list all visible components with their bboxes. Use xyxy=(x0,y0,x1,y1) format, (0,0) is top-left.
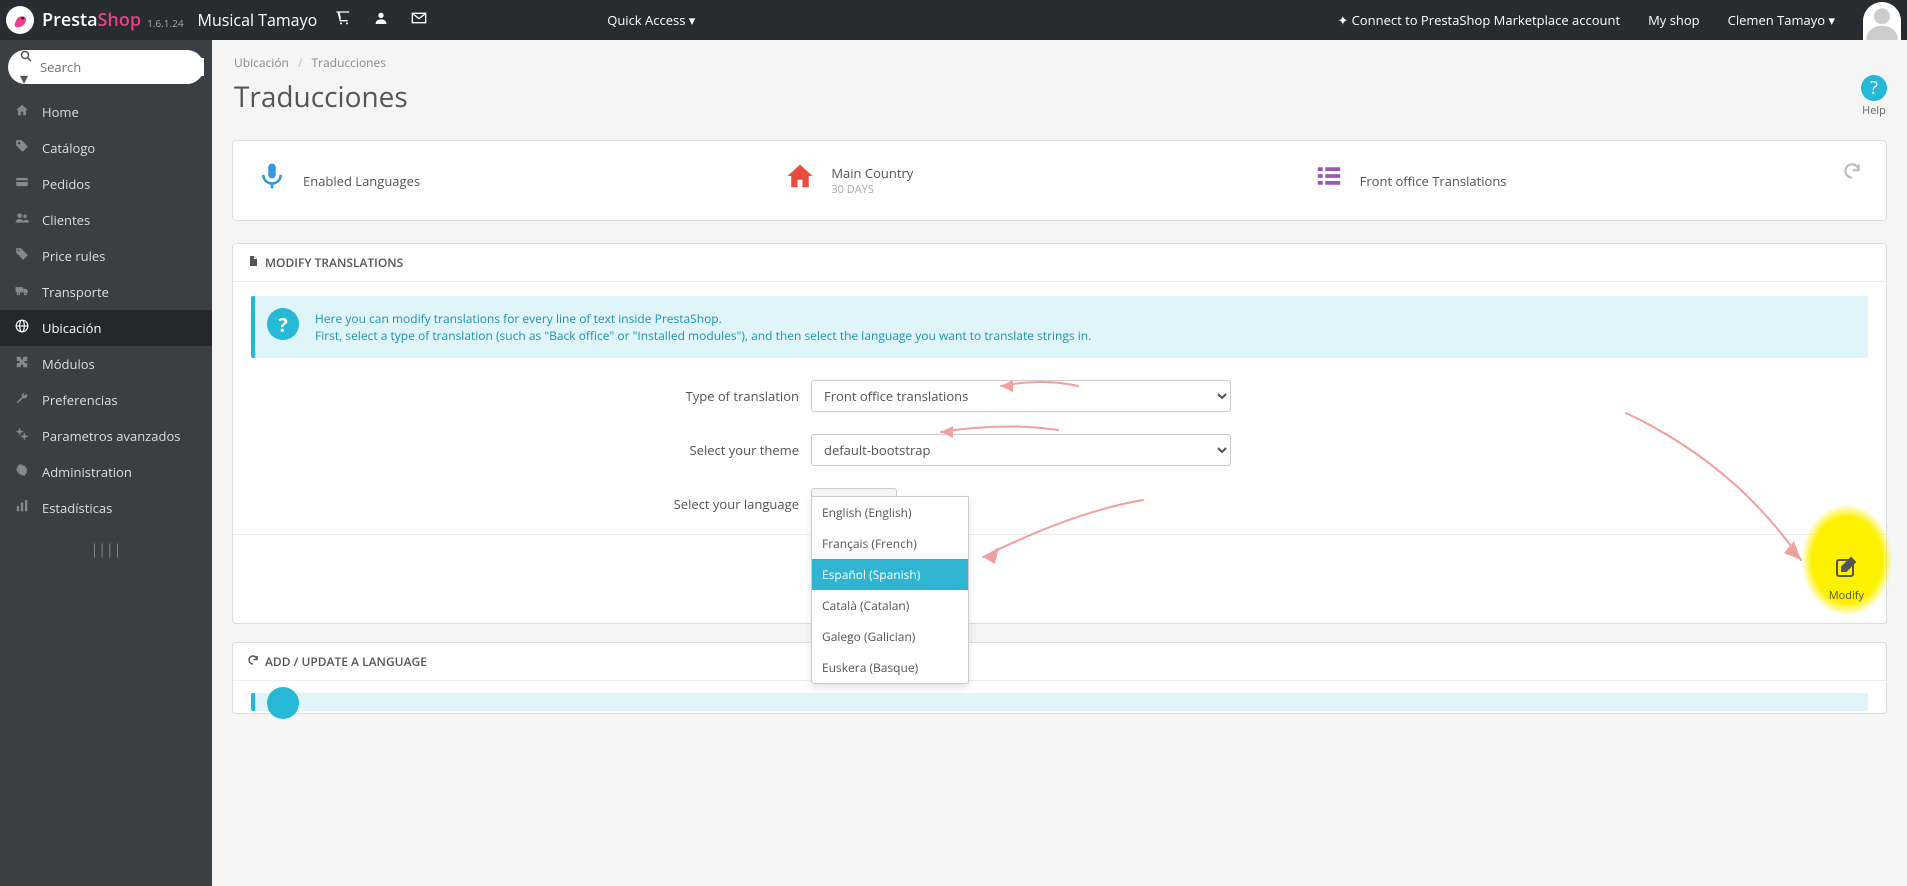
home-icon xyxy=(785,161,815,200)
tags-icon xyxy=(14,139,30,157)
sidebar-item-clientes[interactable]: Clientes xyxy=(0,202,212,238)
version: 1.6.1.24 xyxy=(147,16,183,30)
sidebar-item-home[interactable]: Home xyxy=(0,94,212,130)
users-icon xyxy=(14,211,30,229)
sidebar-item-label: Estadísticas xyxy=(42,499,112,517)
globe-icon xyxy=(14,319,30,337)
kpi-main-country: Main Country 30 DAYS xyxy=(785,161,1313,200)
search-icon[interactable]: ▾ xyxy=(20,45,32,89)
refresh-icon xyxy=(247,653,259,670)
info-alert: ? Here you can modify translations for e… xyxy=(251,296,1868,358)
sidebar-item-ubicación[interactable]: Ubicación xyxy=(0,310,212,346)
info-icon xyxy=(267,687,299,719)
sidebar-item-label: Clientes xyxy=(42,211,90,229)
cog-icon xyxy=(14,463,30,481)
type-label: Type of translation xyxy=(251,387,811,405)
quick-access-menu[interactable]: Quick Access ▾ xyxy=(607,11,695,29)
language-option[interactable]: Español (Spanish) xyxy=(812,559,968,590)
gears-icon xyxy=(14,427,30,445)
language-option[interactable]: Français (French) xyxy=(812,528,968,559)
truck-icon xyxy=(14,283,30,301)
sidebar-item-label: Ubicación xyxy=(42,319,101,337)
sidebar-item-transporte[interactable]: Transporte xyxy=(0,274,212,310)
sidebar-item-label: Catálogo xyxy=(42,139,95,157)
shop-name[interactable]: Musical Tamayo xyxy=(198,9,318,31)
bar-chart-icon xyxy=(14,499,30,517)
main-content: Ubicación / Traducciones Traducciones ? … xyxy=(212,40,1907,886)
sidebar-item-label: Home xyxy=(42,103,79,121)
top-bar: PrestaShop 1.6.1.24 Musical Tamayo Quick… xyxy=(0,0,1907,40)
language-option[interactable]: Euskera (Basque) xyxy=(812,652,968,683)
sidebar-item-estadísticas[interactable]: Estadísticas xyxy=(0,490,212,526)
sidebar-item-label: Parametros avanzados xyxy=(42,427,180,445)
sidebar-item-pedidos[interactable]: Pedidos xyxy=(0,166,212,202)
sidebar-item-módulos[interactable]: Módulos xyxy=(0,346,212,382)
connect-marketplace-link[interactable]: ✦ Connect to PrestaShop Marketplace acco… xyxy=(1337,11,1620,29)
sidebar-item-parametros-avanzados[interactable]: Parametros avanzados xyxy=(0,418,212,454)
logo[interactable]: PrestaShop 1.6.1.24 xyxy=(0,6,184,34)
sidebar-item-label: Pedidos xyxy=(42,175,90,193)
caret-down-icon: ▾ xyxy=(689,11,696,29)
home-icon xyxy=(14,103,30,121)
tag-icon xyxy=(14,247,30,265)
sidebar-item-label: Price rules xyxy=(42,247,105,265)
sidebar-item-label: Administration xyxy=(42,463,132,481)
user-menu[interactable]: Clemen Tamayo ▾ xyxy=(1728,11,1835,29)
sidebar-item-label: Transporte xyxy=(42,283,109,301)
brand-p2: Shop xyxy=(98,8,142,32)
sidebar: ▾ Home Catálogo Pedidos Clientes Price rules… xyxy=(0,40,212,886)
breadcrumb-item[interactable]: Traducciones xyxy=(312,54,386,71)
breadcrumb-item[interactable]: Ubicación xyxy=(234,54,289,71)
wrench-icon xyxy=(14,391,30,409)
add-language-panel: ADD / UPDATE A LANGUAGE xyxy=(232,642,1887,714)
microphone-icon xyxy=(257,161,287,200)
list-icon xyxy=(1314,161,1344,200)
sidebar-item-preferencias[interactable]: Preferencias xyxy=(0,382,212,418)
mail-icon[interactable] xyxy=(411,10,427,31)
search-box: ▾ xyxy=(0,40,212,94)
top-icons xyxy=(335,10,427,31)
puzzle-icon xyxy=(14,355,30,373)
language-dropdown-menu: English (English)Français (French)Españo… xyxy=(811,496,969,684)
language-option[interactable]: Galego (Galician) xyxy=(812,621,968,652)
help-button[interactable]: ? Help xyxy=(1861,75,1887,118)
file-icon xyxy=(247,254,259,271)
sidebar-item-catálogo[interactable]: Catálogo xyxy=(0,130,212,166)
language-option[interactable]: Català (Catalan) xyxy=(812,590,968,621)
modify-translations-panel: MODIFY TRANSLATIONS ? Here you can modif… xyxy=(232,243,1887,624)
language-option[interactable]: English (English) xyxy=(812,497,968,528)
kpi-enabled-languages: Enabled Languages xyxy=(257,161,785,200)
credit-card-icon xyxy=(14,175,30,193)
caret-down-icon: ▾ xyxy=(1828,11,1835,29)
help-icon: ? xyxy=(1861,75,1887,101)
collapse-sidebar[interactable]: |||| xyxy=(0,526,212,573)
sidebar-item-administration[interactable]: Administration xyxy=(0,454,212,490)
refresh-icon[interactable] xyxy=(1842,161,1862,200)
brand-p1: Presta xyxy=(42,8,98,32)
brand-bird-icon xyxy=(6,6,34,34)
page-title: Traducciones xyxy=(232,78,1861,116)
sidebar-item-price-rules[interactable]: Price rules xyxy=(0,238,212,274)
language-label: Select your language xyxy=(251,495,811,513)
search-input[interactable] xyxy=(40,58,204,76)
avatar[interactable] xyxy=(1863,2,1901,40)
info-icon: ? xyxy=(267,308,299,340)
theme-label: Select your theme xyxy=(251,441,811,459)
user-icon[interactable] xyxy=(373,10,389,31)
theme-select[interactable]: default-bootstrap xyxy=(811,434,1231,466)
my-shop-link[interactable]: My shop xyxy=(1648,11,1700,29)
puzzle-icon: ✦ xyxy=(1337,11,1348,29)
sidebar-item-label: Módulos xyxy=(42,355,95,373)
kpi-panel: Enabled Languages Main Country 30 DAYS xyxy=(232,140,1887,221)
sidebar-item-label: Preferencias xyxy=(42,391,118,409)
modify-button[interactable]: Modify xyxy=(1825,549,1868,609)
breadcrumb: Ubicación / Traducciones xyxy=(232,52,1887,75)
type-select[interactable]: Front office translations xyxy=(811,380,1231,412)
kpi-front-office: Front office Translations xyxy=(1314,161,1842,200)
edit-icon xyxy=(1829,555,1864,586)
cart-icon[interactable] xyxy=(335,10,351,31)
